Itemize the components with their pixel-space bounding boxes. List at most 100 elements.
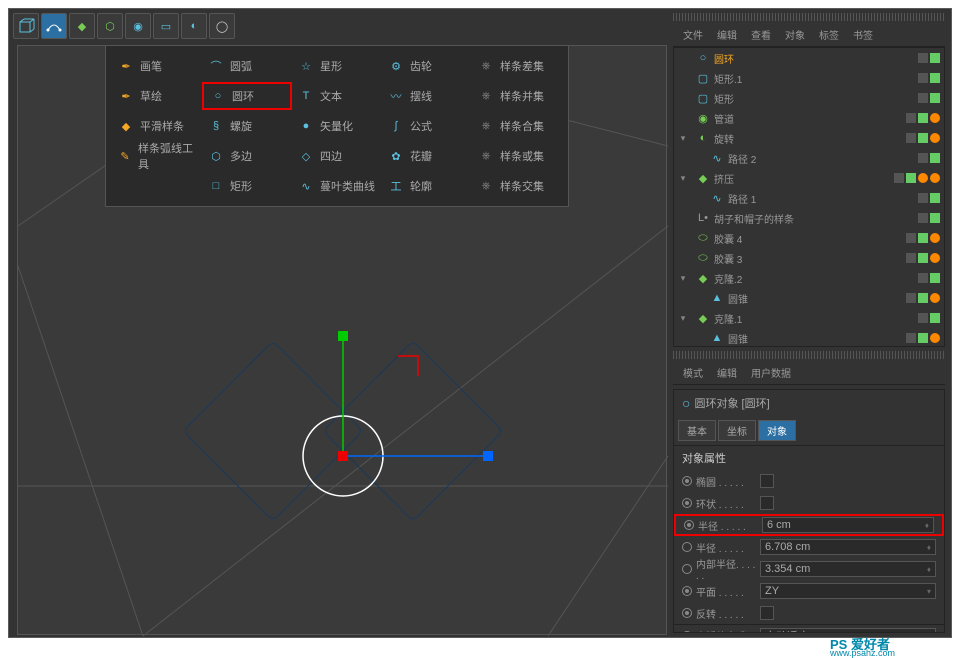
obj-tab-编辑[interactable]: 编辑 (713, 25, 741, 44)
obj-type-icon: ○ (696, 52, 710, 64)
obj-row[interactable]: L•胡子和帽子的样条 (674, 208, 944, 228)
obj-tab-文件[interactable]: 文件 (679, 25, 707, 44)
menu-label: 花瓣 (410, 148, 432, 164)
object-manager[interactable]: ○圆环▢矩形.1▢矩形◉管道▾◐旋转∿路径 2▾◆挤压∿路径 1L•胡子和帽子的… (673, 47, 945, 347)
menu-四边[interactable]: ◇四边 (292, 142, 382, 170)
menu-矢量化[interactable]: ●矢量化 (292, 112, 382, 140)
tool-cam[interactable]: ▭ (153, 13, 179, 39)
obj-tags[interactable] (894, 173, 940, 183)
subtab-对象[interactable]: 对象 (758, 420, 796, 441)
subtab-基本[interactable]: 基本 (678, 420, 716, 441)
tool-cube[interactable] (13, 13, 39, 39)
menu-样条或集[interactable]: ⎈样条或集 (472, 142, 562, 170)
obj-tags[interactable] (918, 153, 940, 163)
menu-螺旋[interactable]: §螺旋 (202, 112, 292, 140)
prop-dot[interactable] (682, 476, 692, 486)
obj-row[interactable]: ▾◆克隆.2 (674, 268, 944, 288)
obj-tags[interactable] (906, 333, 940, 343)
obj-row[interactable]: ▾◐旋转 (674, 128, 944, 148)
obj-row[interactable]: ○圆环 (674, 48, 944, 68)
menu-圆环[interactable]: ○圆环 (202, 82, 292, 110)
obj-tags[interactable] (918, 313, 940, 323)
obj-row[interactable]: ▾◆挤压 (674, 168, 944, 188)
interp-select[interactable]: 自动适应▾ (760, 628, 936, 634)
menu-星形[interactable]: ☆星形 (292, 52, 382, 80)
menu-矩形[interactable]: □矩形 (202, 172, 292, 200)
prop-value-input[interactable]: 6.708 cm♦ (760, 539, 936, 555)
prop-dot[interactable] (682, 498, 692, 508)
menu-文本[interactable]: T文本 (292, 82, 382, 110)
menu-样条合集[interactable]: ⎈样条合集 (472, 112, 562, 140)
obj-tags[interactable] (906, 113, 940, 123)
menu-label: 文本 (320, 88, 342, 104)
tool-light[interactable]: ◐ (181, 13, 207, 39)
obj-tags[interactable] (906, 293, 940, 303)
obj-tags[interactable] (906, 253, 940, 263)
menu-样条交集[interactable]: ⎈样条交集 (472, 172, 562, 200)
obj-tags[interactable] (906, 133, 940, 143)
menu-草绘[interactable]: ✒草绘 (112, 82, 202, 110)
menu-样条并集[interactable]: ⎈样条并集 (472, 82, 562, 110)
obj-tab-标签[interactable]: 标签 (815, 25, 843, 44)
obj-row[interactable]: ⬭胶囊 4 (674, 228, 944, 248)
obj-tab-查看[interactable]: 查看 (747, 25, 775, 44)
expand-icon[interactable]: ▾ (678, 173, 688, 184)
expand-icon[interactable]: ▾ (678, 273, 688, 284)
prop-dot[interactable] (682, 608, 692, 618)
obj-tags[interactable] (918, 273, 940, 283)
attr-tab-模式[interactable]: 模式 (679, 363, 707, 382)
menu-公式[interactable]: ∫公式 (382, 112, 472, 140)
menu-样条差集[interactable]: ⎈样条差集 (472, 52, 562, 80)
attr-tab-编辑[interactable]: 编辑 (713, 363, 741, 382)
prop-dot[interactable] (682, 564, 692, 574)
menu-label: 螺旋 (230, 118, 252, 134)
obj-tags[interactable] (906, 233, 940, 243)
obj-row[interactable]: ▲圆锥 (674, 328, 944, 347)
menu-多边[interactable]: ⬡多边 (202, 142, 292, 170)
tool-env[interactable]: ◉ (125, 13, 151, 39)
menu-圆弧[interactable]: ⌒圆弧 (202, 52, 292, 80)
attr-tab-用户数据[interactable]: 用户数据 (747, 363, 795, 382)
obj-tags[interactable] (918, 53, 940, 63)
menu-画笔[interactable]: ✒画笔 (112, 52, 202, 80)
obj-row[interactable]: ∿路径 1 (674, 188, 944, 208)
menu-摆线[interactable]: 〰摆线 (382, 82, 472, 110)
obj-row[interactable]: ▢矩形.1 (674, 68, 944, 88)
obj-row[interactable]: ▢矩形 (674, 88, 944, 108)
obj-tab-对象[interactable]: 对象 (781, 25, 809, 44)
prop-checkbox[interactable] (760, 474, 774, 488)
expand-icon[interactable]: ▾ (678, 313, 688, 324)
prop-dot[interactable] (684, 520, 694, 530)
menu-花瓣[interactable]: ✿花瓣 (382, 142, 472, 170)
menu-轮廓[interactable]: 工轮廓 (382, 172, 472, 200)
prop-value-input[interactable]: 3.354 cm♦ (760, 561, 936, 577)
attribute-manager: ○ 圆环对象 [圆环] 基本坐标对象 对象属性 椭圆 . . . . .环状 .… (673, 389, 945, 633)
obj-tags[interactable] (918, 93, 940, 103)
obj-tags[interactable] (918, 193, 940, 203)
prop-dot[interactable] (682, 586, 692, 596)
subtab-坐标[interactable]: 坐标 (718, 420, 756, 441)
obj-row[interactable]: ⬭胶囊 3 (674, 248, 944, 268)
tool-generator[interactable]: ◆ (69, 13, 95, 39)
expand-icon[interactable]: ▾ (678, 133, 688, 144)
obj-tags[interactable] (918, 73, 940, 83)
tool-spline[interactable] (41, 13, 67, 39)
menu-样条弧线工具[interactable]: ✎样条弧线工具 (112, 142, 202, 170)
tool-deformer[interactable]: ⬡ (97, 13, 123, 39)
tool-particle[interactable]: ◯ (209, 13, 235, 39)
prop-checkbox[interactable] (760, 496, 774, 510)
obj-row[interactable]: ▲圆锥 (674, 288, 944, 308)
prop-value-input[interactable]: 6 cm♦ (762, 517, 934, 533)
prop-dot[interactable] (682, 631, 692, 634)
obj-tab-书签[interactable]: 书签 (849, 25, 877, 44)
obj-row[interactable]: ◉管道 (674, 108, 944, 128)
obj-tags[interactable] (918, 213, 940, 223)
prop-checkbox[interactable] (760, 606, 774, 620)
menu-平滑样条[interactable]: ◆平滑样条 (112, 112, 202, 140)
prop-value-input[interactable]: ZY▾ (760, 583, 936, 599)
menu-蔓叶类曲线[interactable]: ∿蔓叶类曲线 (292, 172, 382, 200)
prop-dot[interactable] (682, 542, 692, 552)
obj-row[interactable]: ▾◆克隆.1 (674, 308, 944, 328)
menu-齿轮[interactable]: ⚙齿轮 (382, 52, 472, 80)
obj-row[interactable]: ∿路径 2 (674, 148, 944, 168)
